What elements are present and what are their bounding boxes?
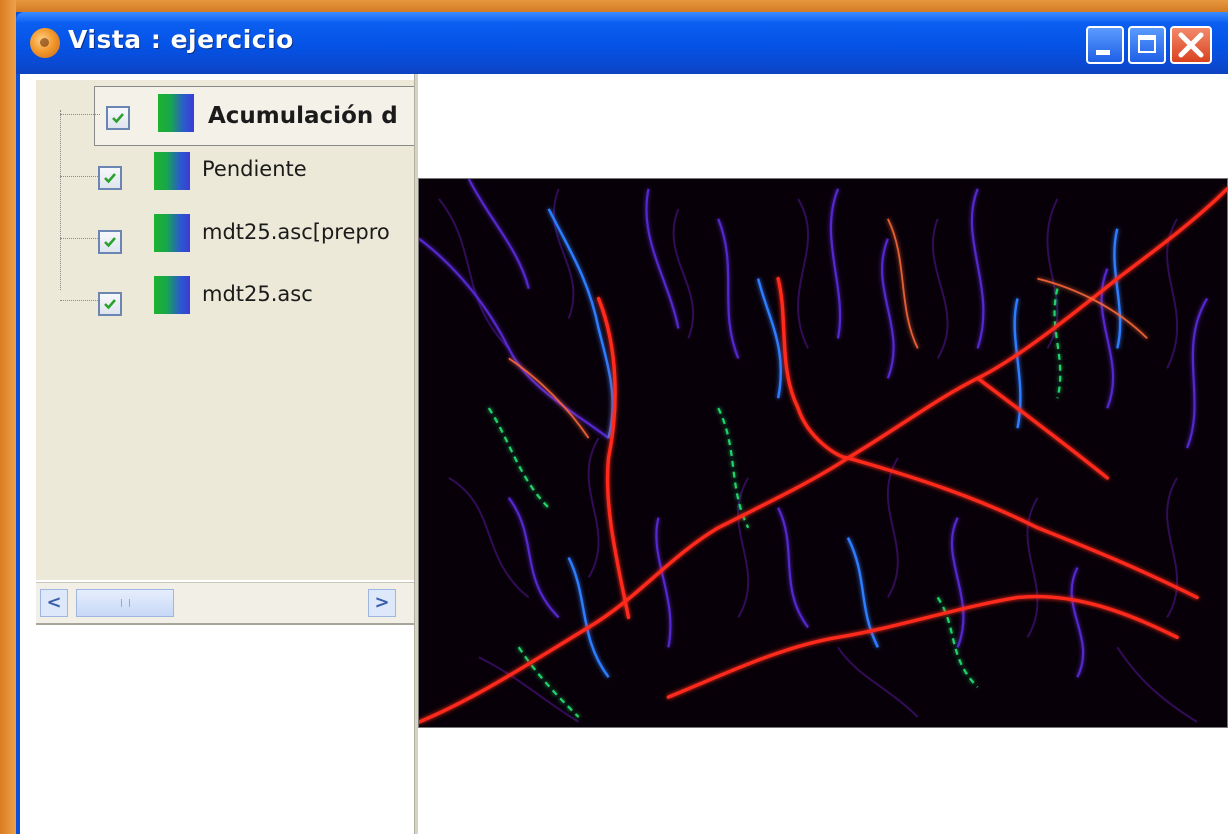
layer-visibility-checkbox[interactable] [98, 166, 122, 190]
close-icon [1178, 32, 1204, 58]
layer-legend-swatch [154, 214, 190, 252]
desktop-background-top [0, 0, 1228, 12]
window-title: Vista : ejercicio [68, 25, 294, 54]
layer-legend-swatch [158, 94, 194, 132]
layer-visibility-checkbox[interactable] [98, 230, 122, 254]
layer-label: mdt25.asc[prepro [202, 220, 390, 244]
flow-accumulation-raster[interactable] [418, 178, 1228, 728]
layer-visibility-checkbox[interactable] [106, 106, 130, 130]
maximize-icon [1138, 35, 1156, 53]
layer-item-acumulacion[interactable]: Acumulación d [36, 84, 418, 146]
close-button[interactable] [1170, 26, 1212, 64]
layer-item-pendiente[interactable]: Pendiente [36, 146, 416, 206]
checkmark-icon [104, 237, 116, 248]
checkmark-icon [104, 299, 116, 310]
tree-branch [60, 238, 100, 239]
minimize-icon [1096, 50, 1110, 55]
checkmark-icon [104, 173, 116, 184]
layer-label: Acumulación d [208, 103, 398, 129]
layer-legend-swatch [154, 152, 190, 190]
layer-label: Pendiente [202, 157, 307, 181]
tree-branch [60, 300, 100, 301]
window-titlebar[interactable]: Vista : ejercicio [16, 12, 1228, 74]
layer-visibility-checkbox[interactable] [98, 292, 122, 316]
layer-item-mdt25-prepro[interactable]: mdt25.asc[prepro [36, 208, 416, 268]
checkmark-icon [112, 113, 124, 124]
layer-item-mdt25[interactable]: mdt25.asc [36, 270, 416, 330]
horizontal-scrollbar[interactable]: < > [36, 582, 418, 625]
layer-label: mdt25.asc [202, 282, 313, 306]
tree-branch [60, 114, 100, 115]
maximize-button[interactable] [1128, 26, 1166, 64]
layer-legend-swatch [154, 276, 190, 314]
scroll-right-button[interactable]: > [368, 589, 396, 617]
desktop-background-left [0, 0, 16, 834]
table-of-contents-panel: Acumulación d Pendiente mdt25.asc[prepro… [20, 74, 418, 834]
tree-branch [60, 176, 100, 177]
gvsig-app-icon [30, 28, 60, 58]
minimize-button[interactable] [1086, 26, 1124, 64]
scrollbar-thumb[interactable] [76, 589, 174, 617]
view-window: Vista : ejercicio Acumulación d Pendient… [16, 12, 1228, 834]
window-client-area: Acumulación d Pendiente mdt25.asc[prepro… [20, 74, 1228, 834]
map-view[interactable] [418, 74, 1228, 834]
scroll-left-button[interactable]: < [40, 589, 68, 617]
scrollbar-grip-icon [121, 599, 130, 607]
layer-tree[interactable]: Acumulación d Pendiente mdt25.asc[prepro… [36, 80, 418, 580]
